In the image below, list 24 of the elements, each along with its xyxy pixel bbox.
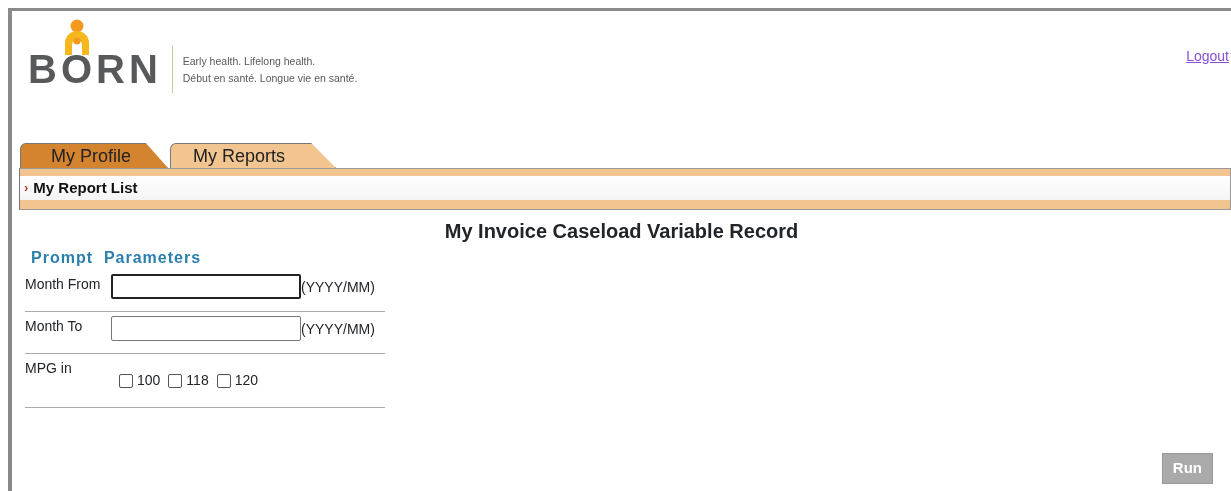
field-label: Month To xyxy=(25,317,84,336)
field-label: Month From xyxy=(25,275,102,294)
logo-wordmark: BORN xyxy=(28,49,162,89)
checkbox-label: 118 xyxy=(186,371,209,390)
checkbox-label: 120 xyxy=(234,371,259,390)
tagline-text: Early health. Lifelong health. xyxy=(182,54,317,70)
format-hint: (YYYY/MM) xyxy=(301,320,375,339)
field-label: MPG in xyxy=(25,359,73,378)
report-list-link[interactable]: My Report List xyxy=(33,176,138,200)
tab[interactable]: My Reports xyxy=(170,143,337,168)
chevron-icon: › xyxy=(24,178,29,198)
tab[interactable]: My Profile xyxy=(20,143,168,168)
logout-link[interactable]: Logout xyxy=(1186,46,1229,143)
input-field[interactable] xyxy=(111,316,301,341)
input-field[interactable] xyxy=(111,274,301,299)
checkbox[interactable] xyxy=(216,373,231,388)
tagline-text: Début en santé. Longue vie en santé. xyxy=(182,71,358,86)
page-title: My Invoice Caseload Variable Record xyxy=(443,219,800,244)
checkbox-label: 100 xyxy=(137,371,161,390)
checkbox[interactable] xyxy=(168,373,183,388)
section-heading: Prompt Parameters xyxy=(31,248,203,268)
checkbox[interactable] xyxy=(119,373,133,388)
logo-icon xyxy=(62,19,92,55)
format-hint: (YYYY/MM) xyxy=(301,278,375,297)
